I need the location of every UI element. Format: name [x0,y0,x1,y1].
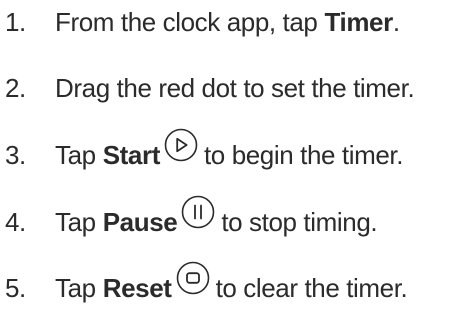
step-text-end: . [392,7,400,37]
step-text-end: to begin the timer. [203,140,404,170]
step-text: Tap [55,273,96,303]
step-number: 1. [5,7,26,37]
step-1: 1. From the clock app, tap Timer . [5,2,400,42]
timer-label: Timer [324,7,393,37]
step-text: Drag the red dot to set the timer. [55,73,415,103]
pause-label: Pause [102,207,178,237]
reset-label: Reset [102,273,172,303]
step-3: 3. Tap Start to begin the timer. [5,128,404,175]
step-2: 2. Drag the red dot to set the timer. [5,68,415,108]
step-number: 4. [5,207,26,237]
step-text: From the clock app, tap [55,7,318,37]
step-number: 5. [5,273,26,303]
step-4: 4. Tap Pause to stop timing. [5,195,378,242]
start-label: Start [102,140,161,170]
step-text: Tap [55,140,96,170]
step-text-end: to stop timing. [221,207,378,237]
step-text: Tap [55,207,96,237]
step-number: 2. [5,73,26,103]
play-icon [164,128,198,162]
instruction-steps: 1. From the clock app, tap Timer . 2. Dr… [0,0,467,321]
pause-icon [181,195,215,229]
stop-icon [176,261,210,295]
step-text-end: to clear the timer. [215,273,408,303]
step-5: 5. Tap Reset to clear the timer. [5,261,408,308]
step-number: 3. [5,140,26,170]
